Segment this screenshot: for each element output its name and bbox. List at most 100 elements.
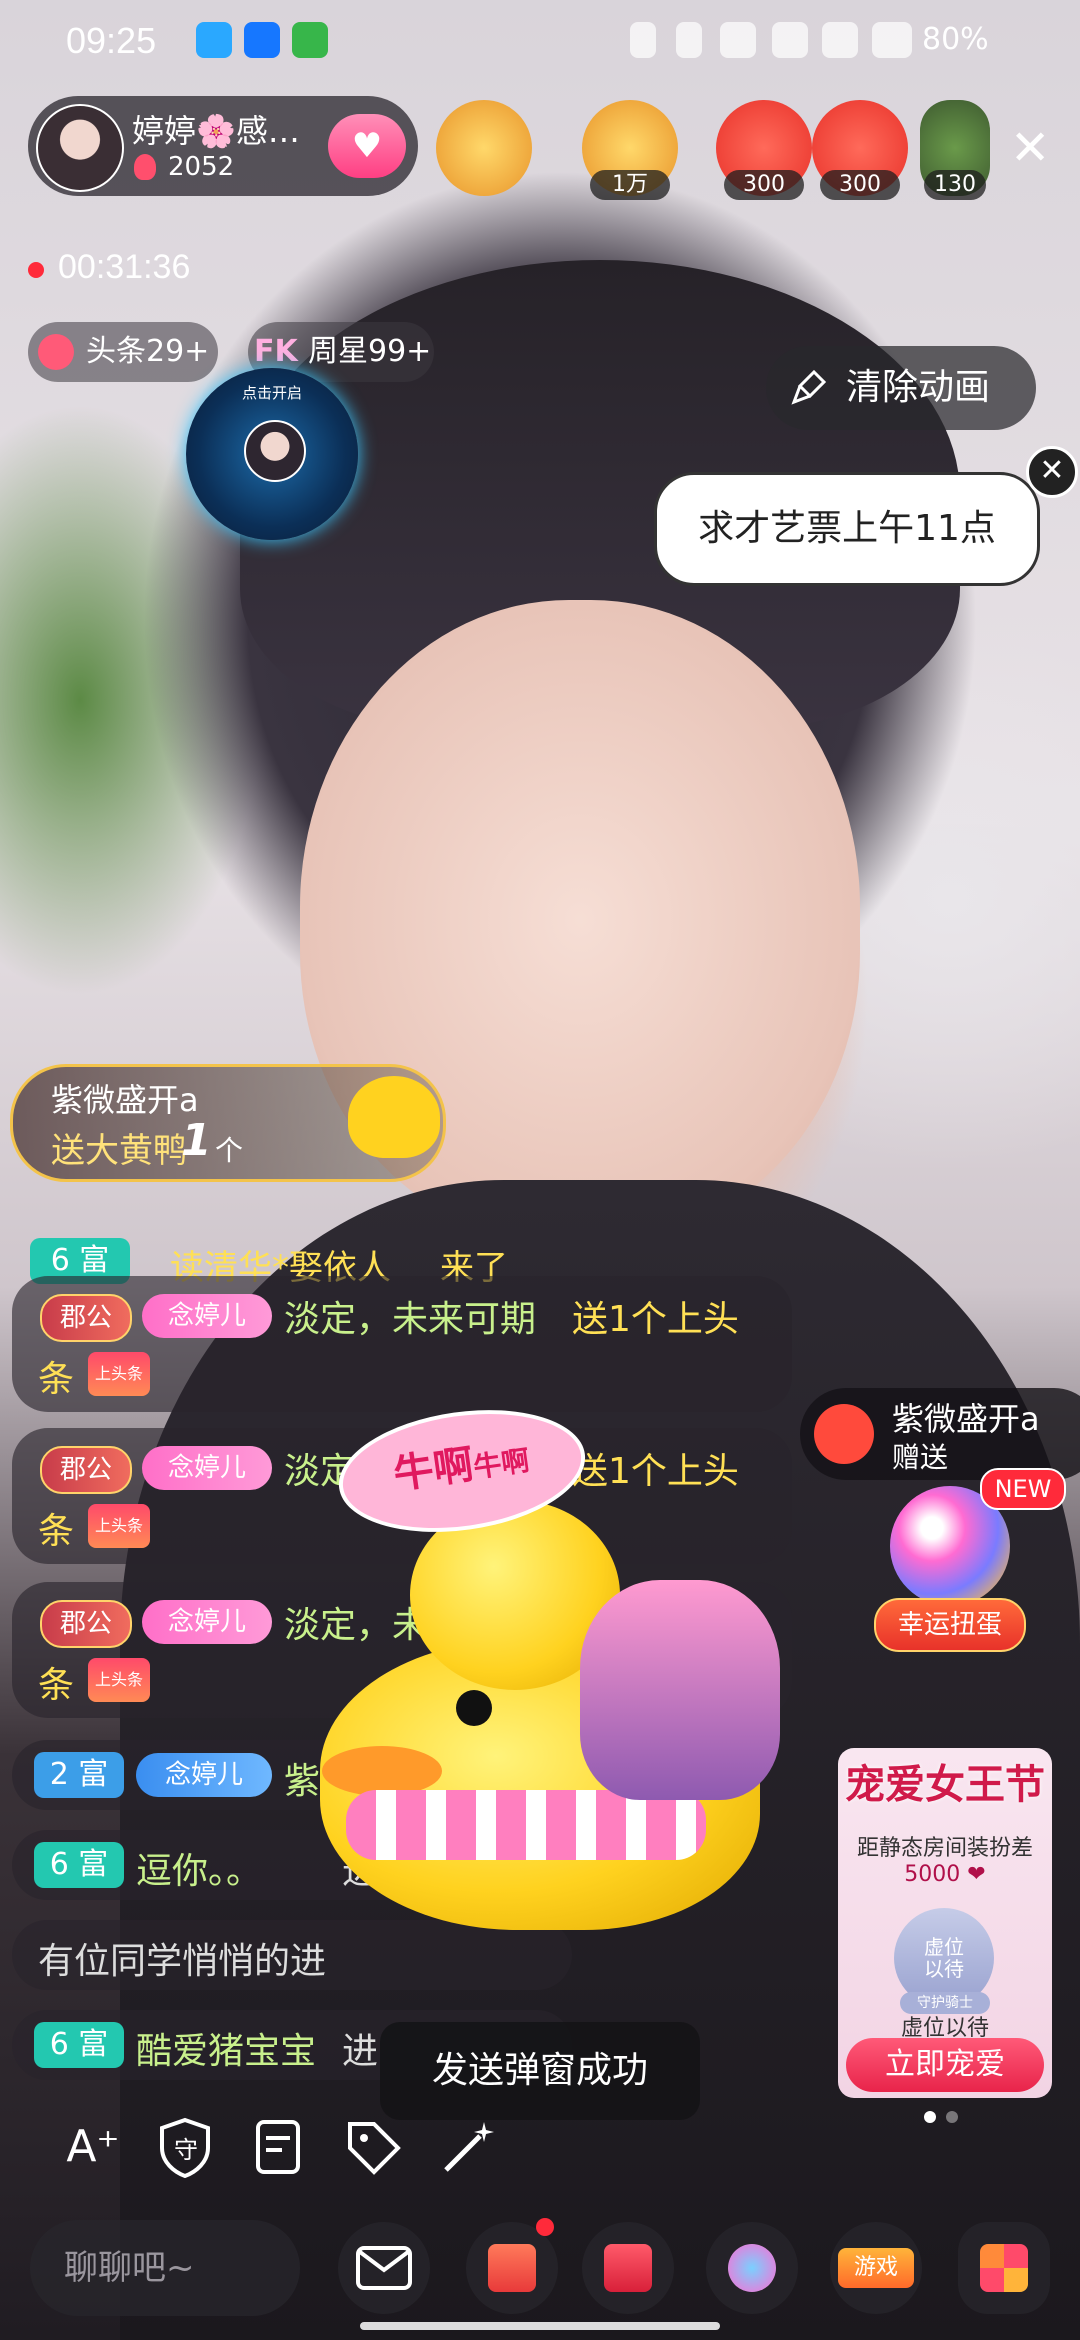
signal-icon [872,22,912,58]
follow-heart-button[interactable]: ♥ [328,114,406,178]
duck-rider-character [580,1580,780,1800]
noble-badge: 郡公 [40,1446,132,1494]
guard-shield-icon[interactable]: 守 [150,2112,220,2182]
chat-gift: 送1个上头 [572,1299,739,1340]
gacha-button[interactable] [706,2222,798,2314]
gift-count: 1 [181,1115,212,1166]
vibrate-icon [630,22,656,58]
fan-club-badge: 念婷儿 [142,1600,272,1644]
host-avatar[interactable] [36,104,124,192]
font-size-icon[interactable]: A⁺ [58,2112,128,2182]
queen-event-card[interactable]: 宠爱女王节 距静态房间装扮差 5000 ❤ 虚位 以待 守护骑士 虚位以待 立即宠… [838,1748,1052,2098]
gift-icon [604,2244,652,2292]
fan-label: 130 [924,170,986,200]
chat-text: 酷爱猪宝宝 [136,2031,317,2072]
magic-wand-icon[interactable] [432,2112,502,2182]
chat-gift-cont: 条 [38,1359,75,1400]
camera-icon [720,22,756,58]
wealth-level-badge: 6 富 [34,1842,124,1888]
gift-notice-action: 赠送 [892,1441,949,1474]
headline-chip: 上头条 [88,1658,150,1702]
more-button[interactable] [958,2222,1050,2314]
top-fan-3[interactable]: 300 [716,100,812,200]
new-badge: NEW [980,1468,1066,1510]
chat-message[interactable]: 有位同学悄悄的进 [12,1920,572,1990]
gift-button[interactable] [582,2222,674,2314]
wifi-icon [772,22,808,58]
status-time: 09:25 [66,20,157,61]
chat-text: 有位同学悄悄的进 [38,1941,327,1982]
floating-window-bubble[interactable]: 点击开启 [186,368,358,540]
wechat-icon [292,22,328,58]
toast-message: 发送弹窗成功 [380,2022,700,2120]
wealth-level-badge: 6 富 [34,2022,124,2068]
gift-sender: 紫微盛开a [51,1081,199,1119]
fan-label: 1万 [590,170,670,200]
chat-text: 逗你。。 [136,1851,263,1892]
chat-gift: 送1个上头 [572,1451,739,1492]
chat-input[interactable]: 聊聊吧~ [30,2220,300,2316]
top-fan-5[interactable]: 130 [920,100,990,200]
battery-level: 80% [922,22,989,57]
home-indicator[interactable] [360,2322,720,2330]
close-icon[interactable]: ✕ [1010,120,1050,176]
event-subtitle: 距静态房间装扮差 [856,1836,1033,1861]
pamper-now-button[interactable]: 立即宠爱 [846,2038,1044,2092]
notice-bubble[interactable]: 求才艺票上午11点 [654,472,1040,586]
flame-icon [38,334,74,370]
notification-dot [536,2218,554,2236]
recording-dot-icon [28,262,44,278]
game-label: 游戏 [838,2248,914,2288]
clear-animation-label: 清除动画 [846,367,991,408]
mic-icon [676,22,702,58]
host-card[interactable]: 婷婷🌸感… 2052 ♥ [28,96,418,196]
clear-animation-button[interactable]: 清除动画 [766,346,1036,430]
lucky-egg-button[interactable]: NEW 幸运扭蛋 [874,1468,1066,1654]
wealth-level-badge: 2 富 [34,1752,124,1798]
mail-icon [356,2246,412,2290]
live-timer: 00:31:36 [58,248,191,286]
top-fan-4[interactable]: 300 [812,100,908,200]
event-title: 宠爱女王节 [845,1762,1045,1808]
gift-action: 送大黄鸭 [51,1131,187,1171]
chat-message[interactable]: 郡公 念婷儿 淡定，未来可期 送1个上头 条 上头条 [12,1276,792,1412]
tag-icon[interactable] [338,2112,408,2182]
headline-tag-label: 头条29+ [86,334,210,369]
headline-chip: 上头条 [88,1352,150,1396]
ticket-icon[interactable] [244,2112,314,2182]
chat-text: 淡定，未来可期 [284,1299,537,1340]
carousel-dots [924,2108,968,2127]
yellow-duck-eye [456,1690,492,1726]
yellow-duck-beak [322,1746,442,1796]
chat-gift-cont: 条 [38,1511,75,1552]
alipay-icon [244,22,280,58]
fan-club-badge: 念婷儿 [142,1446,272,1490]
sticker-line2: 牛啊 [471,1443,532,1485]
headline-tag[interactable]: 头条29+ [28,322,218,382]
treasure-box-button[interactable] [466,2218,558,2314]
headline-chip: 上头条 [88,1504,150,1548]
grid-apps-icon [980,2244,1028,2292]
fan-club-badge: 念婷儿 [136,1753,272,1797]
yellow-duck-scarf [346,1790,706,1860]
top-fan-2[interactable]: 1万 [582,100,678,200]
gift-unit: 个 [215,1134,244,1167]
chat-gift-cont: 条 [38,1665,75,1706]
event-value: 5000 ❤ [904,1862,986,1887]
host-fan-count: 2052 [168,152,235,182]
yellow-duck-gift-icon [348,1076,440,1158]
host-name: 婷婷🌸感… [132,112,300,150]
top-fan-1[interactable] [436,100,532,196]
notice-close-icon[interactable]: ✕ [1026,446,1078,498]
fan-club-badge: 念婷儿 [142,1294,272,1338]
weekly-star-label: 周星99+ [308,334,432,369]
sticker-line1: 牛啊 [390,1441,477,1499]
game-button[interactable]: 游戏 [830,2222,922,2314]
gift-notice[interactable]: 紫微盛开a 赠送 [800,1388,1080,1480]
message-button[interactable] [338,2222,430,2314]
hd-icon [822,22,858,58]
sender-avatar [814,1404,874,1464]
noble-badge: 郡公 [40,1294,132,1342]
fan-label: 300 [724,170,804,200]
treasure-chest-icon [488,2244,536,2292]
